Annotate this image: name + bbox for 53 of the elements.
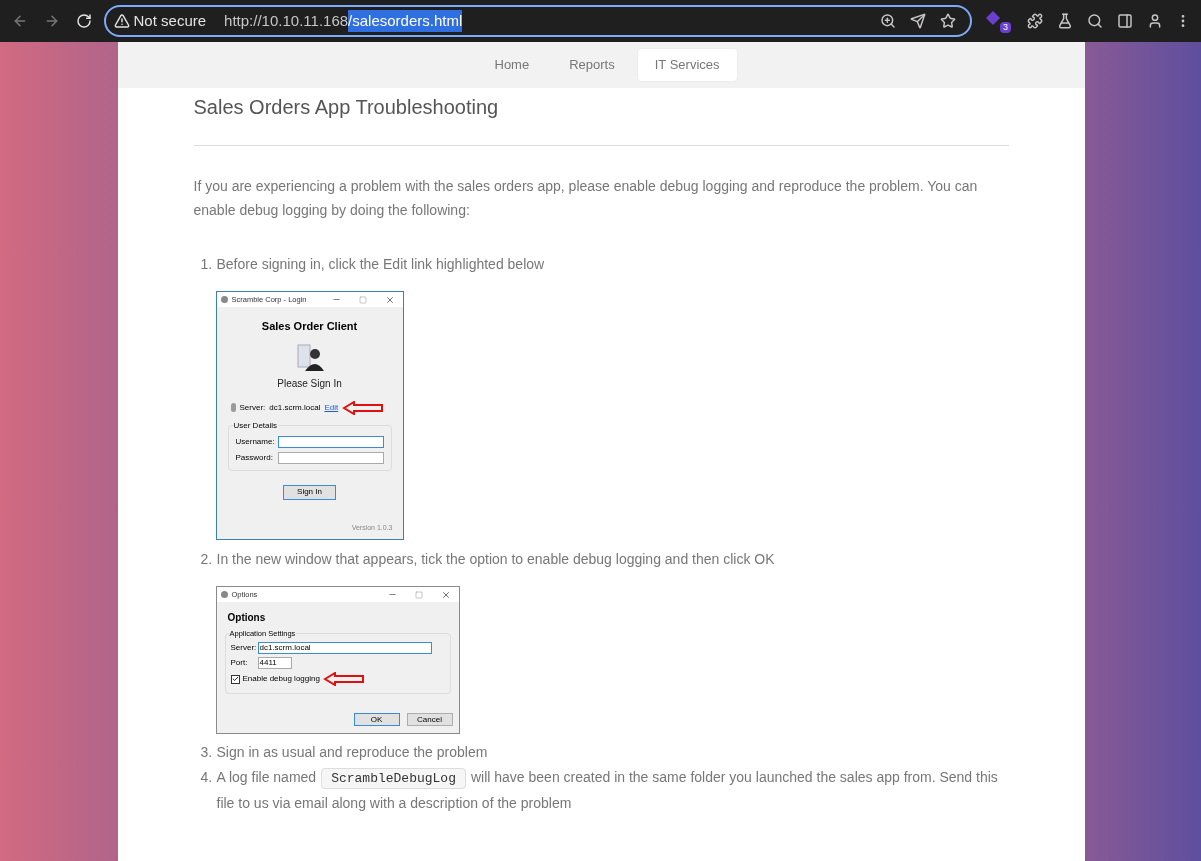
send-icon[interactable] <box>909 13 926 29</box>
field-label: Password: <box>235 451 274 464</box>
field-label: Port: <box>230 657 249 669</box>
zoom-icon[interactable] <box>879 13 896 29</box>
checkbox-label: Enable debug logging <box>242 673 320 685</box>
input-field[interactable]: dc1.scrm.local <box>257 642 432 654</box>
field-label: Server: <box>230 642 258 654</box>
input-field[interactable] <box>277 451 384 464</box>
intro-paragraph: If you are experiencing a problem with the sales orders app, please enable debug logging and reproduce the problem. You can enable debug logging by doing the following: <box>193 177 979 220</box>
step-text: In the new window that appears, tick the option to enable debug logging and then click OK <box>216 550 775 569</box>
server-icon <box>230 403 236 412</box>
sign-in-button[interactable]: Sign In <box>283 484 336 500</box>
input-field[interactable] <box>277 435 384 448</box>
search-icon[interactable] <box>1087 13 1103 29</box>
step-text: Sign in as usual and reproduce the problem <box>216 743 488 762</box>
window-heading: Sales Order Client <box>261 319 358 334</box>
dialog-button[interactable]: Cancel <box>406 713 453 726</box>
maximize-icon <box>358 295 367 304</box>
profile-icon[interactable] <box>1147 13 1163 29</box>
server-value: dc1.scrm.local <box>269 401 321 414</box>
user-icon <box>295 342 324 373</box>
flask-icon[interactable] <box>1057 13 1073 29</box>
pointer-arrow-drawing <box>342 400 385 415</box>
pointer-arrow-drawing <box>322 672 365 686</box>
nav-link[interactable]: Reports <box>552 49 632 81</box>
step-number: 3. <box>200 743 214 762</box>
window-heading: Options <box>227 611 267 625</box>
puzzle-icon[interactable] <box>1027 13 1043 29</box>
warning-icon <box>113 13 130 29</box>
close-icon <box>440 589 451 600</box>
security-label: Not secure <box>133 10 207 31</box>
dialog-button[interactable]: OK <box>353 713 400 726</box>
input-field[interactable]: 4411 <box>257 657 292 669</box>
extension-badge: 3 <box>999 21 1011 33</box>
step-text: A log file named ScrambleDebugLog will have been created in the same folder you launched the sales app from. Send this file to us via email along with a description of the problem <box>216 767 999 813</box>
star-icon[interactable] <box>939 13 956 29</box>
nav-link[interactable]: Home <box>477 49 547 81</box>
url-path: /salesorders.html <box>348 9 463 33</box>
field-label: Username: <box>235 435 276 448</box>
maximize-icon <box>414 590 423 599</box>
step-number: 1. <box>200 255 214 274</box>
step-number: 4. <box>200 768 214 787</box>
page-title: Sales Orders App Troubleshooting <box>193 95 500 120</box>
extension-icon[interactable] <box>985 11 1000 25</box>
sign-in-prompt: Please Sign In <box>277 376 342 391</box>
step-number: 2. <box>200 550 214 569</box>
server-label: Server: <box>239 401 266 414</box>
edit-link[interactable]: Edit <box>324 401 339 414</box>
nav-link[interactable]: IT Services <box>637 49 737 81</box>
checkbox[interactable] <box>230 674 240 684</box>
close-icon <box>384 294 395 305</box>
step-text: Before signing in, click the Edit link highlighted below <box>216 255 545 274</box>
side-panel-icon[interactable] <box>1117 13 1133 29</box>
